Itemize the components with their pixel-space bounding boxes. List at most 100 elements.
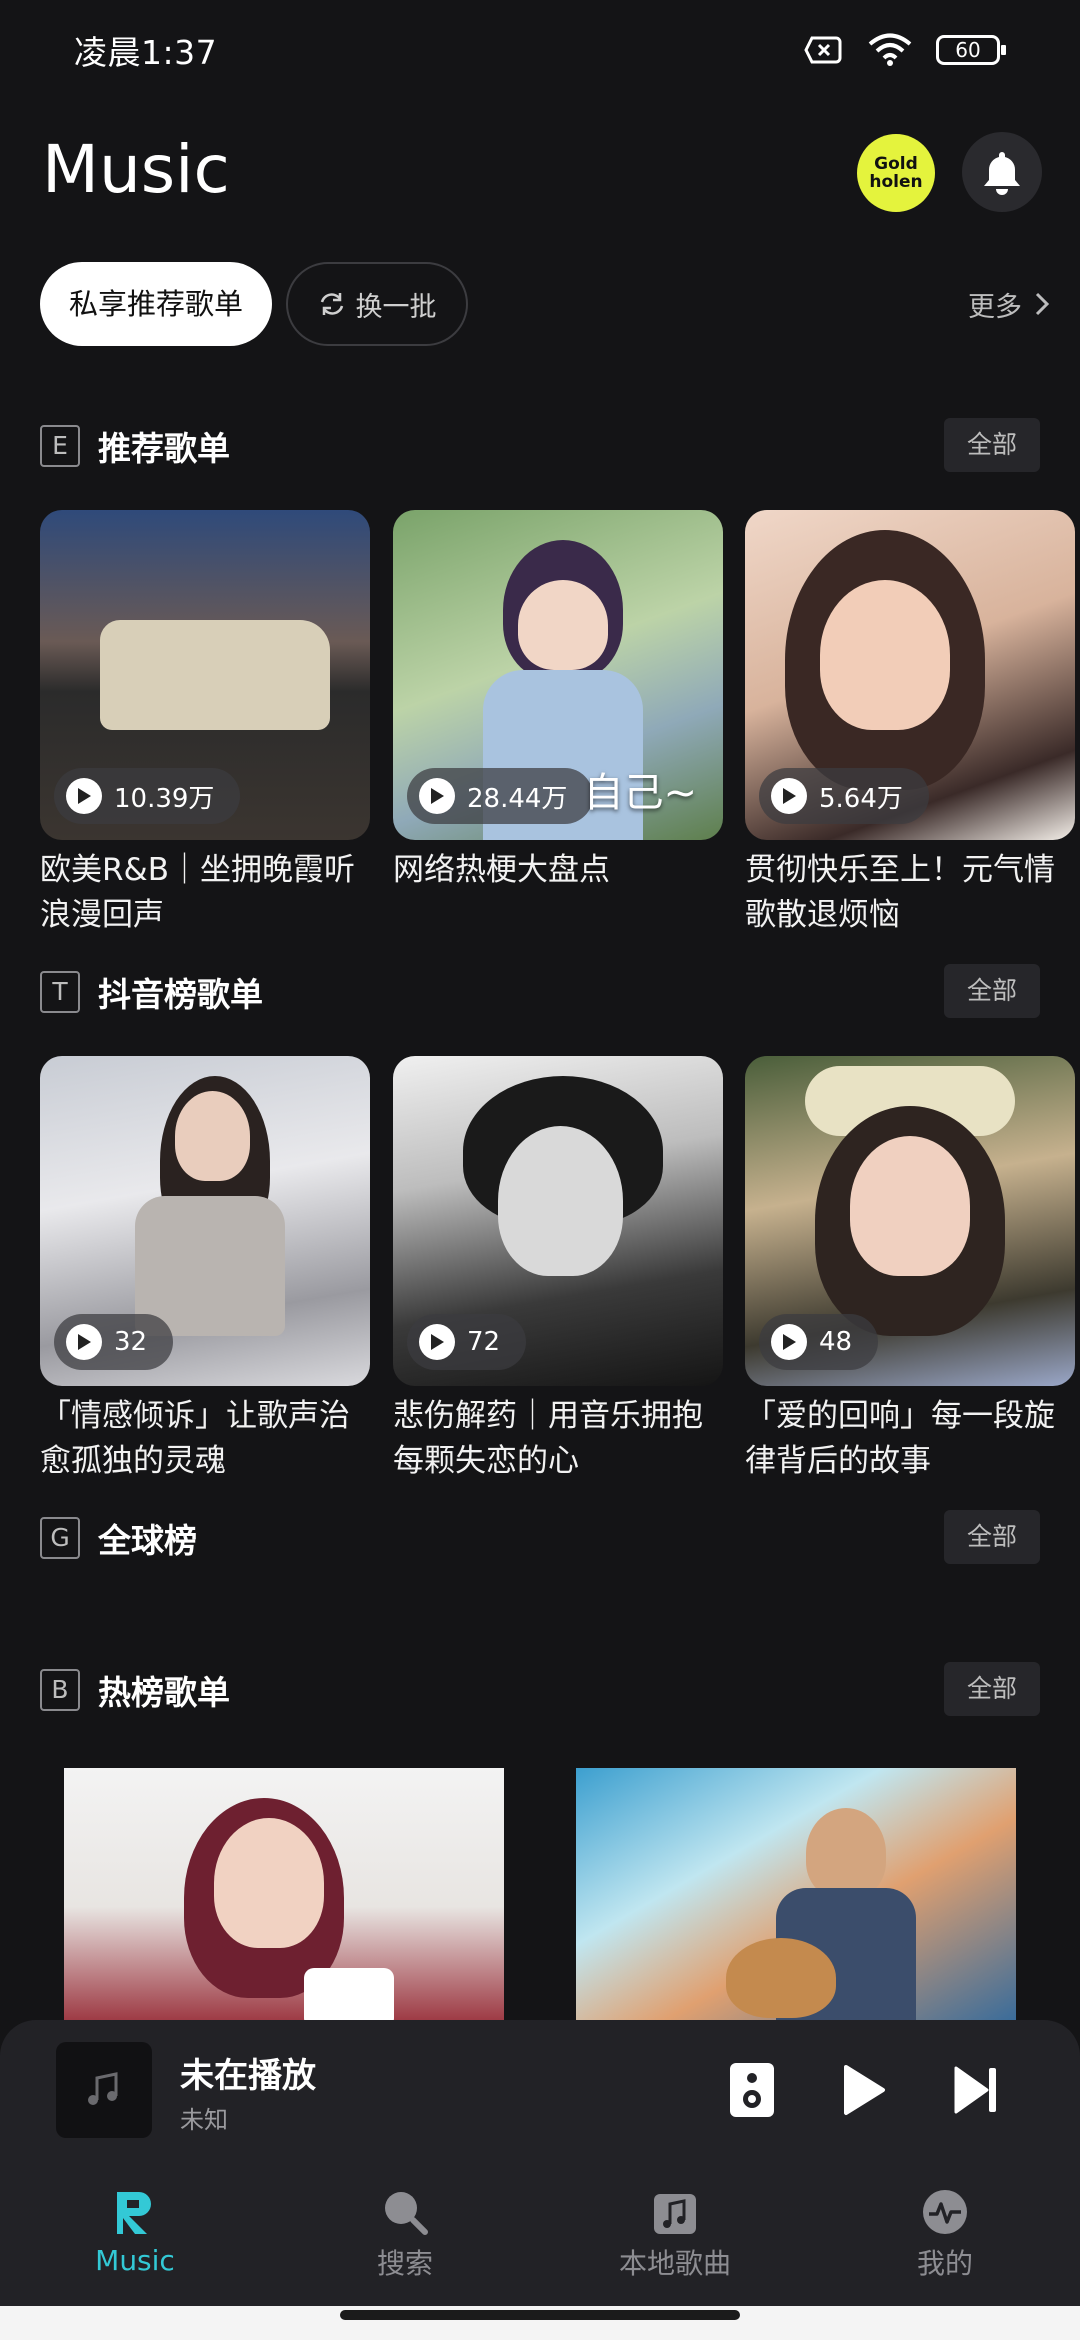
section-letter: B [40, 1669, 80, 1711]
playlist-card[interactable]: 48 「爱的回响」每一段旋律背后的故事 [745, 1056, 1075, 1484]
playlist-cover: 32 [40, 1056, 370, 1386]
section-hot-header: B 热榜歌单 全部 [40, 1662, 1040, 1718]
playlist-title: 「情感倾诉」让歌声治愈孤独的灵魂 [40, 1398, 350, 1479]
status-icons: 60 [804, 33, 1006, 67]
section-douyin-header: T 抖音榜歌单 全部 [40, 964, 1040, 1020]
playlist-card[interactable]: 32 「情感倾诉」让歌声治愈孤独的灵魂 [40, 1056, 370, 1484]
playlist-cover: 72 [393, 1056, 723, 1386]
nav-label: 搜索 [376, 2247, 433, 2280]
hot-playlist-card[interactable] [64, 1768, 504, 2020]
play-icon [844, 2065, 885, 2115]
nav-tab-music[interactable]: Music [35, 2188, 235, 2298]
status-bar: 凌晨1:37 60 [0, 0, 1080, 100]
person-face-shape [850, 1136, 970, 1276]
nav-label: 我的 [916, 2247, 973, 2280]
play-count: 5.64万 [819, 783, 903, 814]
music-note-icon [654, 2194, 696, 2234]
person-body-shape [135, 1196, 285, 1336]
mini-player-cover [56, 2042, 152, 2138]
mini-player[interactable]: 未在播放 未知 [0, 2020, 1080, 2170]
playlist-card[interactable]: 5.64万 贯彻快乐至上！元气情歌散退烦恼 [745, 510, 1075, 938]
bell-icon [984, 152, 1020, 195]
section-letter: G [40, 1517, 80, 1559]
play-count: 48 [819, 1327, 853, 1357]
playlist-cover: 48 [745, 1056, 1075, 1386]
play-count-badge: 48 [759, 1314, 879, 1370]
playlist-cover: 10.39万 [40, 510, 370, 840]
person-face-shape [175, 1091, 250, 1181]
playlist-card[interactable]: 72 悲伤解药｜用音乐拥抱每颗失恋的心 [393, 1056, 723, 1484]
speaker-button[interactable] [720, 2058, 784, 2122]
view-all-button[interactable]: 全部 [944, 418, 1040, 472]
character-face-shape [518, 580, 608, 670]
play-count: 32 [114, 1327, 148, 1357]
cup-shape [304, 1968, 394, 2020]
playlist-card[interactable]: 10.39万 欧美R&B｜坐拥晚霞听浪漫回声 [40, 510, 370, 938]
play-count-badge: 5.64万 [759, 768, 929, 824]
hot-playlist-card[interactable] [576, 1768, 1016, 2020]
profile-pulse-icon [923, 2190, 967, 2234]
play-count: 10.39万 [114, 783, 215, 814]
view-all-button[interactable]: 全部 [944, 1510, 1040, 1564]
cover-caption: 自己~ [583, 770, 697, 816]
play-icon [771, 1324, 807, 1360]
playlist-title: 网络热梗大盘点 [393, 852, 610, 888]
car-shape [100, 620, 330, 730]
playlist-cover: 28.44万 自己~ [393, 510, 723, 840]
private-playlist-tab[interactable]: 私享推荐歌单 [40, 262, 272, 346]
nav-tab-search[interactable]: 搜索 [305, 2188, 505, 2298]
play-count-badge: 72 [407, 1314, 527, 1370]
refresh-batch-button[interactable]: 换一批 [286, 262, 468, 346]
play-icon [66, 778, 102, 814]
play-icon [771, 778, 807, 814]
battery-indicator: 60 [936, 35, 1006, 65]
section-title: 热榜歌单 [98, 1673, 230, 1712]
section-letter: E [40, 425, 80, 467]
playlist-title: 欧美R&B｜坐拥晚霞听浪漫回声 [40, 852, 355, 933]
nav-tab-local-songs[interactable]: 本地歌曲 [575, 2188, 775, 2298]
playlist-title: 「爱的回响」每一段旋律背后的故事 [745, 1398, 1055, 1479]
nav-label: Music [95, 2244, 175, 2277]
person-head-shape [806, 1808, 886, 1898]
home-indicator[interactable] [340, 2310, 740, 2320]
view-all-button[interactable]: 全部 [944, 1662, 1040, 1716]
play-icon [419, 778, 455, 814]
gold-badge[interactable]: Gold holen [857, 134, 935, 212]
section-recommended-header: E 推荐歌单 全部 [40, 418, 1040, 474]
view-all-button[interactable]: 全部 [944, 964, 1040, 1018]
header: Music Gold holen [42, 120, 1042, 220]
nav-tab-mine[interactable]: 我的 [845, 2188, 1045, 2298]
chevron-right-icon [1035, 292, 1050, 316]
section-title: 推荐歌单 [98, 429, 230, 468]
more-label: 更多 [968, 291, 1022, 323]
section-title: 全球榜 [98, 1521, 197, 1560]
person-face-shape [498, 1126, 623, 1276]
status-time: 凌晨1:37 [74, 33, 218, 72]
playlist-cover: 5.64万 [745, 510, 1075, 840]
section-global-header: G 全球榜 全部 [40, 1510, 1040, 1566]
r-logo-icon [117, 2192, 151, 2234]
playlist-card[interactable]: 28.44万 自己~ 网络热梗大盘点 [393, 510, 723, 893]
refresh-label: 换一批 [355, 291, 437, 323]
wifi-icon [868, 33, 912, 66]
playlist-title: 悲伤解药｜用音乐拥抱每颗失恋的心 [393, 1398, 703, 1479]
play-count-badge: 28.44万 [407, 768, 594, 824]
next-track-button[interactable] [944, 2058, 1008, 2122]
music-note-icon [88, 2072, 118, 2105]
guitar-shape [726, 1938, 836, 2018]
skip-next-icon [954, 2066, 996, 2114]
play-icon [66, 1324, 102, 1360]
person-face-shape [214, 1818, 324, 1948]
speaker-icon [730, 2063, 774, 2117]
playlist-title: 贯彻快乐至上！元气情歌散退烦恼 [745, 852, 1055, 933]
now-playing-title: 未在播放 [180, 2056, 316, 2096]
play-button[interactable] [832, 2058, 896, 2122]
more-link[interactable]: 更多 [968, 262, 1050, 346]
play-icon [419, 1324, 455, 1360]
notification-button[interactable] [962, 132, 1042, 212]
refresh-icon [320, 293, 343, 315]
section-letter: T [40, 971, 80, 1013]
search-icon [385, 2192, 428, 2235]
play-count-badge: 10.39万 [54, 768, 241, 824]
nav-label: 本地歌曲 [618, 2247, 731, 2280]
